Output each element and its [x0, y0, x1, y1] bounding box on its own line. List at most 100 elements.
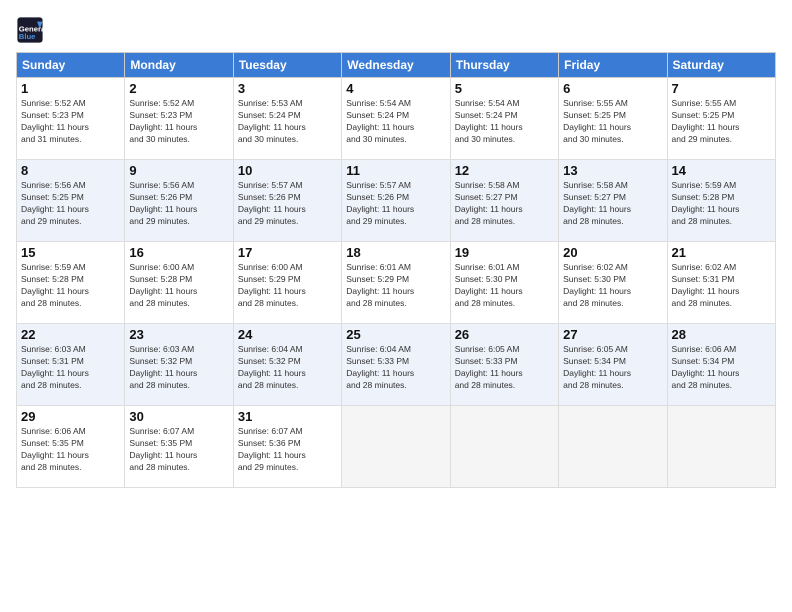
day-info: Sunrise: 5:59 AM Sunset: 5:28 PM Dayligh… — [672, 180, 771, 228]
day-number: 10 — [238, 163, 337, 178]
day-info: Sunrise: 6:02 AM Sunset: 5:30 PM Dayligh… — [563, 262, 662, 310]
calendar-cell: 7Sunrise: 5:55 AM Sunset: 5:25 PM Daylig… — [667, 78, 775, 160]
day-number: 20 — [563, 245, 662, 260]
day-info: Sunrise: 5:52 AM Sunset: 5:23 PM Dayligh… — [21, 98, 120, 146]
day-info: Sunrise: 5:52 AM Sunset: 5:23 PM Dayligh… — [129, 98, 228, 146]
logo: General Blue — [16, 16, 48, 44]
calendar-cell: 20 Sunrise: 6:02 AM Sunset: 5:30 PM Dayli… — [559, 242, 667, 324]
calendar-cell: 25 Sunrise: 6:04 AM Sunset: 5:33 PM Dayli… — [342, 324, 450, 406]
day-number: 26 — [455, 327, 554, 342]
day-number: 21 — [672, 245, 771, 260]
calendar-cell — [559, 406, 667, 488]
day-number: 2 — [129, 81, 228, 96]
day-info: Sunrise: 6:05 AM Sunset: 5:34 PM Dayligh… — [563, 344, 662, 392]
day-info: Sunrise: 5:54 AM Sunset: 5:24 PM Dayligh… — [346, 98, 445, 146]
day-number: 19 — [455, 245, 554, 260]
day-info: Sunrise: 5:57 AM Sunset: 5:26 PM Dayligh… — [346, 180, 445, 228]
day-info: Sunrise: 6:03 AM Sunset: 5:31 PM Dayligh… — [21, 344, 120, 392]
day-info: Sunrise: 5:57 AM Sunset: 5:26 PM Dayligh… — [238, 180, 337, 228]
day-info: Sunrise: 6:07 AM Sunset: 5:35 PM Dayligh… — [129, 426, 228, 474]
header-row: SundayMondayTuesdayWednesdayThursdayFrid… — [17, 53, 776, 78]
svg-text:Blue: Blue — [19, 32, 36, 41]
weekday-header-wednesday: Wednesday — [342, 53, 450, 78]
day-info: Sunrise: 5:55 AM Sunset: 5:25 PM Dayligh… — [672, 98, 771, 146]
calendar-cell: 8 Sunrise: 5:56 AM Sunset: 5:25 PM Daylig… — [17, 160, 125, 242]
day-number: 9 — [129, 163, 228, 178]
day-info: Sunrise: 6:02 AM Sunset: 5:31 PM Dayligh… — [672, 262, 771, 310]
calendar-cell: 2 Sunrise: 5:52 AM Sunset: 5:23 PM Daylig… — [125, 78, 233, 160]
day-info: Sunrise: 5:53 AM Sunset: 5:24 PM Dayligh… — [238, 98, 337, 146]
page-container: General Blue SundayMondayTuesdayWednesda… — [0, 0, 792, 496]
calendar-cell: 4 Sunrise: 5:54 AM Sunset: 5:24 PM Daylig… — [342, 78, 450, 160]
calendar-cell: 13Sunrise: 5:58 AM Sunset: 5:27 PM Dayli… — [559, 160, 667, 242]
day-number: 23 — [129, 327, 228, 342]
day-info: Sunrise: 6:01 AM Sunset: 5:30 PM Dayligh… — [455, 262, 554, 310]
day-number: 8 — [21, 163, 120, 178]
calendar-cell: 22 Sunrise: 6:03 AM Sunset: 5:31 PM Dayli… — [17, 324, 125, 406]
calendar-cell: 24Sunrise: 6:04 AM Sunset: 5:32 PM Dayli… — [233, 324, 341, 406]
calendar-cell: 16 Sunrise: 6:00 AM Sunset: 5:28 PM Dayli… — [125, 242, 233, 324]
day-number: 16 — [129, 245, 228, 260]
calendar-cell: 18Sunrise: 6:01 AM Sunset: 5:29 PM Dayli… — [342, 242, 450, 324]
weekday-header-friday: Friday — [559, 53, 667, 78]
calendar-cell: 9 Sunrise: 5:56 AM Sunset: 5:26 PM Daylig… — [125, 160, 233, 242]
day-info: Sunrise: 5:56 AM Sunset: 5:25 PM Dayligh… — [21, 180, 120, 228]
day-number: 12 — [455, 163, 554, 178]
header: General Blue — [16, 16, 776, 44]
day-info: Sunrise: 5:56 AM Sunset: 5:26 PM Dayligh… — [129, 180, 228, 228]
day-info: Sunrise: 5:58 AM Sunset: 5:27 PM Dayligh… — [455, 180, 554, 228]
week-row-1: 1 Sunrise: 5:52 AM Sunset: 5:23 PM Daylig… — [17, 78, 776, 160]
calendar-cell: 27Sunrise: 6:05 AM Sunset: 5:34 PM Dayli… — [559, 324, 667, 406]
calendar-cell: 29 Sunrise: 6:06 AM Sunset: 5:35 PM Dayli… — [17, 406, 125, 488]
calendar-cell: 19 Sunrise: 6:01 AM Sunset: 5:30 PM Dayli… — [450, 242, 558, 324]
day-number: 30 — [129, 409, 228, 424]
day-number: 6 — [563, 81, 662, 96]
calendar-cell: 17Sunrise: 6:00 AM Sunset: 5:29 PM Dayli… — [233, 242, 341, 324]
weekday-header-sunday: Sunday — [17, 53, 125, 78]
calendar-cell — [342, 406, 450, 488]
day-number: 25 — [346, 327, 445, 342]
day-number: 4 — [346, 81, 445, 96]
day-info: Sunrise: 6:04 AM Sunset: 5:33 PM Dayligh… — [346, 344, 445, 392]
day-info: Sunrise: 6:06 AM Sunset: 5:35 PM Dayligh… — [21, 426, 120, 474]
calendar-cell — [667, 406, 775, 488]
day-number: 28 — [672, 327, 771, 342]
calendar-cell: 5Sunrise: 5:54 AM Sunset: 5:24 PM Daylig… — [450, 78, 558, 160]
weekday-header-monday: Monday — [125, 53, 233, 78]
day-number: 15 — [21, 245, 120, 260]
calendar-cell — [450, 406, 558, 488]
weekday-header-thursday: Thursday — [450, 53, 558, 78]
day-info: Sunrise: 6:04 AM Sunset: 5:32 PM Dayligh… — [238, 344, 337, 392]
calendar-cell: 1 Sunrise: 5:52 AM Sunset: 5:23 PM Daylig… — [17, 78, 125, 160]
day-info: Sunrise: 6:07 AM Sunset: 5:36 PM Dayligh… — [238, 426, 337, 474]
calendar-cell: 11Sunrise: 5:57 AM Sunset: 5:26 PM Dayli… — [342, 160, 450, 242]
calendar-cell: 14Sunrise: 5:59 AM Sunset: 5:28 PM Dayli… — [667, 160, 775, 242]
calendar-cell: 12 Sunrise: 5:58 AM Sunset: 5:27 PM Dayli… — [450, 160, 558, 242]
week-row-5: 29 Sunrise: 6:06 AM Sunset: 5:35 PM Dayli… — [17, 406, 776, 488]
week-row-2: 8 Sunrise: 5:56 AM Sunset: 5:25 PM Daylig… — [17, 160, 776, 242]
calendar-cell: 21 Sunrise: 6:02 AM Sunset: 5:31 PM Dayli… — [667, 242, 775, 324]
day-info: Sunrise: 6:05 AM Sunset: 5:33 PM Dayligh… — [455, 344, 554, 392]
calendar-table: SundayMondayTuesdayWednesdayThursdayFrid… — [16, 52, 776, 488]
day-info: Sunrise: 6:06 AM Sunset: 5:34 PM Dayligh… — [672, 344, 771, 392]
calendar-cell: 15 Sunrise: 5:59 AM Sunset: 5:28 PM Dayli… — [17, 242, 125, 324]
calendar-cell: 10 Sunrise: 5:57 AM Sunset: 5:26 PM Dayli… — [233, 160, 341, 242]
calendar-cell: 28 Sunrise: 6:06 AM Sunset: 5:34 PM Dayli… — [667, 324, 775, 406]
calendar-cell: 30 Sunrise: 6:07 AM Sunset: 5:35 PM Dayli… — [125, 406, 233, 488]
calendar-cell: 31Sunrise: 6:07 AM Sunset: 5:36 PM Dayli… — [233, 406, 341, 488]
day-info: Sunrise: 5:54 AM Sunset: 5:24 PM Dayligh… — [455, 98, 554, 146]
day-info: Sunrise: 5:55 AM Sunset: 5:25 PM Dayligh… — [563, 98, 662, 146]
day-info: Sunrise: 6:00 AM Sunset: 5:29 PM Dayligh… — [238, 262, 337, 310]
calendar-cell: 23 Sunrise: 6:03 AM Sunset: 5:32 PM Dayli… — [125, 324, 233, 406]
week-row-4: 22 Sunrise: 6:03 AM Sunset: 5:31 PM Dayli… — [17, 324, 776, 406]
logo-icon: General Blue — [16, 16, 44, 44]
day-number: 29 — [21, 409, 120, 424]
day-info: Sunrise: 6:03 AM Sunset: 5:32 PM Dayligh… — [129, 344, 228, 392]
day-info: Sunrise: 6:01 AM Sunset: 5:29 PM Dayligh… — [346, 262, 445, 310]
day-number: 22 — [21, 327, 120, 342]
day-number: 3 — [238, 81, 337, 96]
calendar-cell: 3 Sunrise: 5:53 AM Sunset: 5:24 PM Daylig… — [233, 78, 341, 160]
day-info: Sunrise: 5:59 AM Sunset: 5:28 PM Dayligh… — [21, 262, 120, 310]
day-info: Sunrise: 6:00 AM Sunset: 5:28 PM Dayligh… — [129, 262, 228, 310]
day-number: 1 — [21, 81, 120, 96]
